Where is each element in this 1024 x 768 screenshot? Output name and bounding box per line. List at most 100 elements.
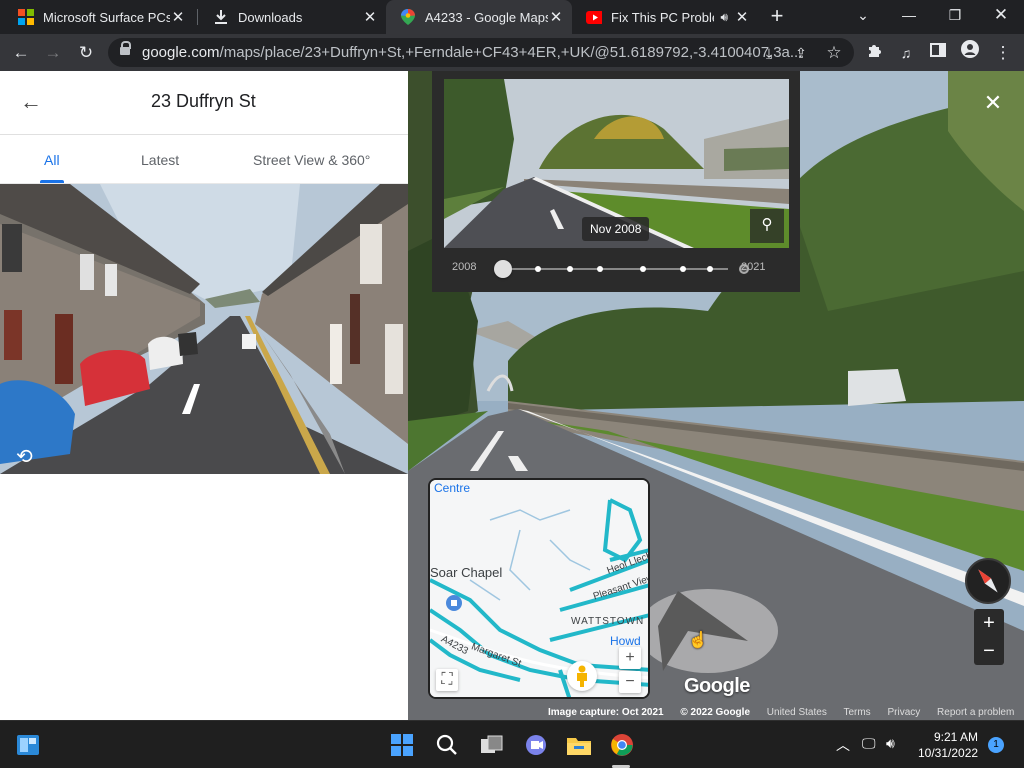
- street-photo-image: [0, 184, 408, 474]
- tab-title: Fix This PC Problem: [611, 9, 714, 25]
- close-street-view-icon[interactable]: ✕: [981, 92, 1005, 116]
- file-explorer-icon[interactable]: [563, 729, 595, 761]
- back-arrow-icon[interactable]: ←: [20, 91, 44, 115]
- tab-youtube[interactable]: Fix This PC Problem 🔊︎ ✕: [572, 0, 758, 34]
- street-view[interactable]: ✕ Nov 2008 ⚲ 2008 2021 Centre Soar Chape…: [408, 71, 1024, 720]
- maximize-button[interactable]: ❐: [932, 0, 978, 34]
- time-travel-panel: Nov 2008 ⚲ 2008 2021: [432, 71, 800, 292]
- timeline-dot[interactable]: [640, 266, 646, 272]
- zoom-out-button[interactable]: −: [974, 637, 1004, 665]
- minimize-button[interactable]: —: [886, 0, 932, 34]
- reload-button[interactable]: ↻: [73, 40, 99, 66]
- tab-microsoft-surface[interactable]: Microsoft Surface PCs, ✕: [4, 0, 194, 34]
- menu-kebab-icon[interactable]: ⋮: [990, 40, 1016, 66]
- start-button-icon[interactable]: [386, 729, 418, 761]
- tab-title: Microsoft Surface PCs,: [43, 9, 170, 25]
- pegman-icon[interactable]: [567, 661, 597, 691]
- download-icon: [213, 9, 229, 25]
- zoom-preview-icon[interactable]: ⚲: [750, 209, 784, 243]
- tab-title: Downloads: [238, 9, 303, 25]
- street-view-footer: Image capture: Oct 2021 © 2022 Google Un…: [548, 707, 1024, 720]
- minimap-centre-label: Centre: [434, 481, 471, 495]
- timeline-dot[interactable]: [535, 266, 541, 272]
- timeline-date-label: Nov 2008: [582, 217, 650, 241]
- copyright-notice: © 2022 Google: [680, 707, 751, 718]
- place-title: 23 Duffryn St: [151, 91, 256, 111]
- google-logo: Google: [684, 675, 750, 697]
- street-view-zoom-control: + −: [974, 609, 1004, 665]
- tab-downloads[interactable]: Downloads ✕: [199, 0, 386, 34]
- timeline-dot[interactable]: [680, 266, 686, 272]
- address-bar[interactable]: google.com/maps/place/23+Duffryn+St,+Fer…: [108, 38, 854, 67]
- privacy-link[interactable]: Privacy: [887, 707, 920, 718]
- url-host: google.com: [142, 44, 220, 61]
- compass-icon[interactable]: [965, 558, 1011, 604]
- browser-toolbar: ← → ↻ google.com/maps/place/23+Duffryn+S…: [0, 34, 1024, 71]
- tab-google-maps[interactable]: A4233 - Google Maps ✕: [386, 0, 572, 34]
- terms-link[interactable]: Terms: [843, 707, 870, 718]
- task-view-icon[interactable]: [476, 729, 508, 761]
- show-hidden-icons-chevron[interactable]: ︿: [836, 735, 850, 755]
- system-clock[interactable]: 9:21 AM 10/31/2022: [918, 729, 978, 761]
- minimap-wattstown-label: WATTSTOWN: [571, 616, 645, 627]
- timeline-dot[interactable]: [597, 266, 603, 272]
- teams-chat-icon[interactable]: [520, 729, 552, 761]
- image-capture-date: Image capture: Oct 2021: [548, 707, 664, 718]
- tab-divider: [197, 9, 198, 25]
- microsoft-icon: [18, 9, 34, 25]
- fullscreen-icon[interactable]: ⛶: [436, 669, 458, 691]
- search-icon[interactable]: [431, 729, 463, 761]
- clock-date: 10/31/2022: [918, 746, 979, 760]
- photo-tabs: All Latest Street View & 360°: [0, 135, 408, 184]
- country-link[interactable]: United States: [767, 707, 827, 718]
- timeline-dot[interactable]: [707, 266, 713, 272]
- browser-tab-strip: Microsoft Surface PCs, ✕ Downloads ✕ A42…: [0, 0, 1024, 34]
- back-button[interactable]: ←: [8, 40, 34, 66]
- windows-taskbar: ︿ 🖵︎ 🔊︎ 9:21 AM 10/31/2022 1: [0, 720, 1024, 768]
- chrome-icon[interactable]: [606, 729, 638, 761]
- timeline-slider-handle[interactable]: [494, 260, 512, 278]
- network-icon[interactable]: 🖵︎: [862, 735, 876, 752]
- lock-icon: [120, 41, 131, 58]
- close-window-button[interactable]: ✕: [978, 0, 1024, 34]
- report-problem-link[interactable]: Report a problem: [937, 707, 1014, 718]
- place-panel: ← 23 Duffryn St All Latest Street View &…: [0, 71, 408, 720]
- timeline-start-year: 2008: [452, 261, 477, 273]
- bookmark-star-icon[interactable]: ☆: [821, 40, 847, 66]
- maps-pin-icon: [400, 9, 416, 25]
- extensions-puzzle-icon[interactable]: [861, 40, 887, 66]
- timeline-slider-track[interactable]: [508, 268, 728, 270]
- active-tab-indicator: [40, 180, 64, 183]
- tab-search-chevron-icon[interactable]: ⌄: [840, 0, 886, 34]
- media-control-icon[interactable]: ♫: [893, 40, 919, 66]
- minimap-howd-label: Howd: [610, 634, 641, 648]
- share-icon[interactable]: ⇪: [788, 40, 814, 66]
- new-tab-button[interactable]: +: [766, 4, 788, 30]
- minimap-soar-chapel-label: Soar Chapel: [430, 565, 503, 580]
- clock-time: 9:21 AM: [933, 730, 978, 744]
- install-app-icon[interactable]: ⤓: [756, 40, 782, 66]
- close-tab-icon[interactable]: ✕: [170, 8, 186, 26]
- speaker-icon[interactable]: 🔊︎: [720, 10, 728, 25]
- youtube-icon: [586, 9, 602, 25]
- minimap[interactable]: Centre Soar Chapel Heol Llech Pleasant V…: [428, 478, 650, 699]
- close-tab-icon[interactable]: ✕: [548, 8, 564, 26]
- mouse-cursor-icon: ☝: [688, 632, 708, 649]
- volume-icon[interactable]: 🔊︎: [886, 735, 895, 752]
- side-panel-icon[interactable]: [925, 40, 951, 66]
- minimap-zoom-in-button[interactable]: +: [619, 647, 641, 669]
- url-path: /maps/place/23+Duffryn+St,+Ferndale+CF43…: [219, 44, 803, 61]
- tab-street-view-360[interactable]: Street View & 360°: [253, 152, 370, 168]
- tab-all[interactable]: All: [44, 152, 60, 168]
- street-photo[interactable]: ⟲: [0, 184, 408, 474]
- close-tab-icon[interactable]: ✕: [734, 8, 750, 26]
- zoom-in-button[interactable]: +: [974, 609, 1004, 637]
- notification-badge[interactable]: 1: [988, 737, 1004, 753]
- profile-avatar-icon[interactable]: [957, 40, 983, 66]
- close-tab-icon[interactable]: ✕: [362, 8, 378, 26]
- forward-button[interactable]: →: [40, 40, 66, 66]
- tab-latest[interactable]: Latest: [141, 152, 179, 168]
- timeline-dot[interactable]: [567, 266, 573, 272]
- widgets-icon[interactable]: [12, 729, 44, 761]
- minimap-zoom-out-button[interactable]: −: [619, 671, 641, 693]
